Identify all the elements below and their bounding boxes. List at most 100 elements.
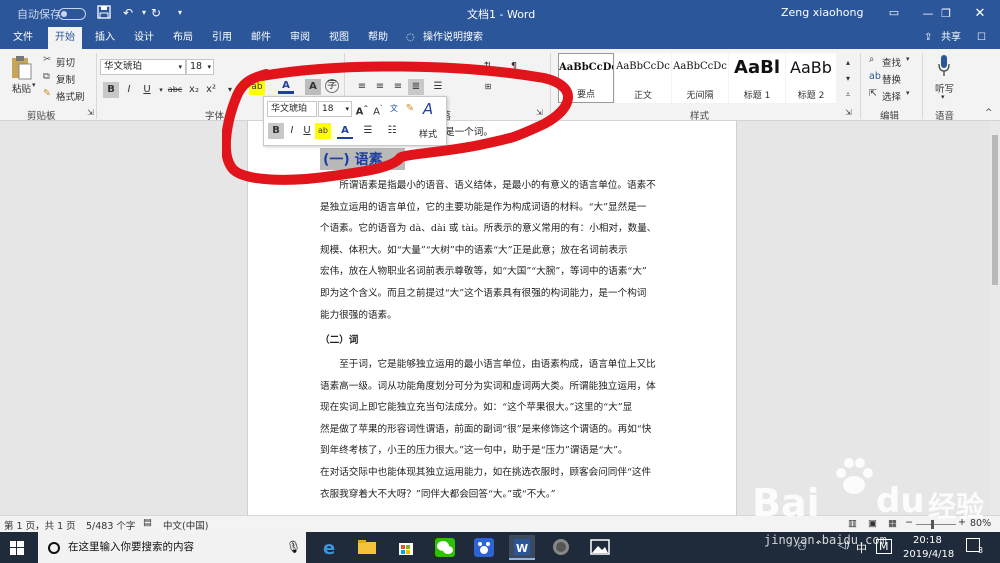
- comment-icon[interactable]: ☐: [975, 27, 988, 49]
- dictate-dropdown-icon[interactable]: ▾: [941, 93, 945, 101]
- language-status[interactable]: 中文(中国): [163, 518, 208, 532]
- italic-button[interactable]: I: [121, 82, 137, 98]
- doc-paragraph-2: 至于词，它是能够独立运用的最小语言单位，由语素构成，语言单位上又比 语素高一级。…: [320, 354, 670, 505]
- copy-icon[interactable]: ⧉: [43, 71, 50, 82]
- style-name: 标题 1: [743, 91, 771, 101]
- taskbar-search-box[interactable]: 在这里输入你要搜索的内容 🎙: [38, 532, 306, 563]
- restore-icon[interactable]: ❐: [928, 0, 964, 27]
- tab-references[interactable]: 引用: [210, 27, 234, 49]
- word-taskbar-icon[interactable]: W: [509, 535, 535, 560]
- paste-button[interactable]: 粘贴: [12, 81, 31, 95]
- tab-mailings[interactable]: 邮件: [249, 27, 273, 49]
- svg-text:e: e: [323, 538, 335, 559]
- autosave-label: 自动保存: [17, 8, 61, 21]
- taskbar-search-placeholder: 在这里输入你要搜索的内容: [68, 541, 194, 553]
- style-no-spacing[interactable]: AaBbCcDc 无间隔: [672, 53, 728, 103]
- doc-line: 到年终考核了，小王的压力很大。”这一句中，助于是“压力”谓语是“大”。: [320, 445, 628, 457]
- format-painter-icon[interactable]: ✎: [43, 88, 51, 99]
- customize-icon[interactable]: ▾: [172, 5, 188, 21]
- clipboard-group-label: 剪贴板: [27, 111, 56, 122]
- baidu-paw-icon[interactable]: [471, 535, 497, 560]
- style-name: 无间隔: [686, 91, 714, 101]
- voice-group-label: 语音: [935, 111, 955, 122]
- save-icon[interactable]: [96, 5, 112, 21]
- word-count[interactable]: 5/483 个字: [86, 518, 135, 532]
- select-button[interactable]: 选择: [882, 89, 901, 103]
- styles-scroll-down-icon[interactable]: ▾: [840, 71, 856, 87]
- select-dropdown-icon[interactable]: ▾: [906, 89, 910, 97]
- tab-home[interactable]: 开始: [48, 27, 82, 49]
- tab-file[interactable]: 文件: [11, 27, 35, 49]
- doc-line: 在对话交际中也能体现其独立运用能力，如在挑选衣服时，顾客会问同伴“这件: [320, 466, 652, 478]
- share-button[interactable]: 共享: [939, 27, 963, 49]
- styles-launcher-icon[interactable]: ⇲: [845, 108, 852, 117]
- wechat-icon[interactable]: [432, 535, 458, 560]
- style-name: 正文: [633, 91, 652, 101]
- ribbon-display-icon[interactable]: ▭: [886, 5, 902, 21]
- replace-icon: ab: [869, 71, 881, 82]
- store-icon[interactable]: [393, 535, 419, 560]
- find-dropdown-icon[interactable]: ▾: [906, 55, 910, 63]
- file-explorer-icon[interactable]: [354, 535, 380, 560]
- font-size-select[interactable]: 18 ▾: [186, 59, 214, 75]
- photo-app-icon[interactable]: [548, 535, 574, 560]
- doc-paragraph-1: 所谓语素是指最小的语音、语义结体，是最小的有意义的语言单位。语素不 是独立运用的…: [320, 175, 670, 326]
- replace-button[interactable]: 替换: [882, 72, 901, 86]
- style-heading1[interactable]: AaBl 标题 1: [729, 53, 785, 103]
- undo-icon[interactable]: ↶: [120, 5, 136, 21]
- tab-view[interactable]: 视图: [327, 27, 351, 49]
- style-sample: AaBb: [790, 58, 832, 77]
- title-bar: 自动保存 ↶ ▾ ↻ ▾ 文档1 - Word Zeng xiaohong ▭ …: [0, 0, 1000, 27]
- font-family-select[interactable]: 华文琥珀 ▾: [100, 59, 186, 75]
- collapse-ribbon-icon[interactable]: ^: [985, 108, 993, 118]
- proofing-icon[interactable]: ▤: [143, 517, 152, 528]
- paste-dropdown-icon[interactable]: ▾: [32, 81, 36, 89]
- doc-line: 即为这个含义。而且之前提过“大”这个语素具有很强的构词能力，是一个构词: [320, 287, 647, 299]
- doc-line: 语素高一级。词从功能角度划分可分为实词和虚词两大类。所谓能独立运用，体: [320, 380, 656, 392]
- share-icon: ⇪: [924, 32, 933, 43]
- tab-design[interactable]: 设计: [132, 27, 156, 49]
- edge-icon[interactable]: e: [316, 535, 342, 560]
- find-button[interactable]: 查找: [882, 55, 901, 69]
- close-icon[interactable]: ✕: [960, 0, 1000, 27]
- tab-help[interactable]: 帮助: [366, 27, 390, 49]
- style-sample: AaBl: [734, 57, 780, 78]
- style-heading2[interactable]: AaBb 标题 2: [786, 53, 836, 103]
- tab-layout[interactable]: 布局: [171, 27, 195, 49]
- scroll-thumb[interactable]: [992, 135, 998, 285]
- page-count[interactable]: 第 1 页，共 1 页: [4, 518, 76, 532]
- autosave-toggle[interactable]: [58, 8, 86, 20]
- paste-icon[interactable]: [10, 55, 32, 81]
- windows-start-icon[interactable]: [10, 541, 24, 555]
- subscript-button[interactable]: x₂: [186, 82, 202, 98]
- strikethrough-button[interactable]: abc: [166, 82, 184, 98]
- baidu-jingyan-watermark: Bai du 经验 jingyan.baidu.com: [752, 455, 997, 563]
- doc-line: 是独立运用的语言单位，它的主要功能是作为构成词语的材料。“大”显然是一: [320, 201, 647, 213]
- copy-button[interactable]: 复制: [56, 72, 75, 86]
- select-icon: ⇱: [869, 88, 877, 99]
- microphone-icon[interactable]: [937, 54, 951, 78]
- user-name[interactable]: Zeng xiaohong: [781, 6, 863, 19]
- format-painter-button[interactable]: 格式刷: [56, 89, 85, 103]
- doc-line: 能力很强的语素。: [320, 309, 397, 321]
- styles-scroll-up-icon[interactable]: ▴: [840, 55, 856, 71]
- style-sample: AaBbCcDc: [616, 61, 670, 72]
- tell-me-search[interactable]: 操作说明搜索: [421, 27, 485, 49]
- mic-icon[interactable]: 🎙: [286, 532, 301, 563]
- bold-button[interactable]: B: [103, 82, 119, 98]
- cut-icon[interactable]: ✂: [43, 54, 51, 65]
- superscript-button[interactable]: x²: [203, 82, 219, 98]
- styles-more-icon[interactable]: ⩡: [840, 87, 856, 103]
- photos-icon[interactable]: [587, 535, 613, 560]
- tab-review[interactable]: 审阅: [288, 27, 312, 49]
- doc-line: 衣服我穿着大不大呀？”同伴大都会回答“大。”或“不大。”: [320, 488, 556, 500]
- red-marker-annotation: [222, 61, 573, 185]
- doc-line: 规模、体积大。如“大量”“大树”中的语素“大”正是此意；放在名词前表示: [320, 244, 628, 256]
- cut-button[interactable]: 剪切: [56, 55, 75, 69]
- redo-icon[interactable]: ↻: [148, 5, 164, 21]
- tab-insert[interactable]: 插入: [93, 27, 117, 49]
- watermark-brand-2: du: [876, 481, 925, 521]
- ribbon-tabs: 文件 开始 插入 设计 布局 引用 邮件 审阅 视图 帮助 ◌ 操作说明搜索 ⇪…: [0, 27, 1000, 49]
- style-normal[interactable]: AaBbCcDc 正文: [615, 53, 671, 103]
- clipboard-launcher-icon[interactable]: ⇲: [87, 108, 94, 117]
